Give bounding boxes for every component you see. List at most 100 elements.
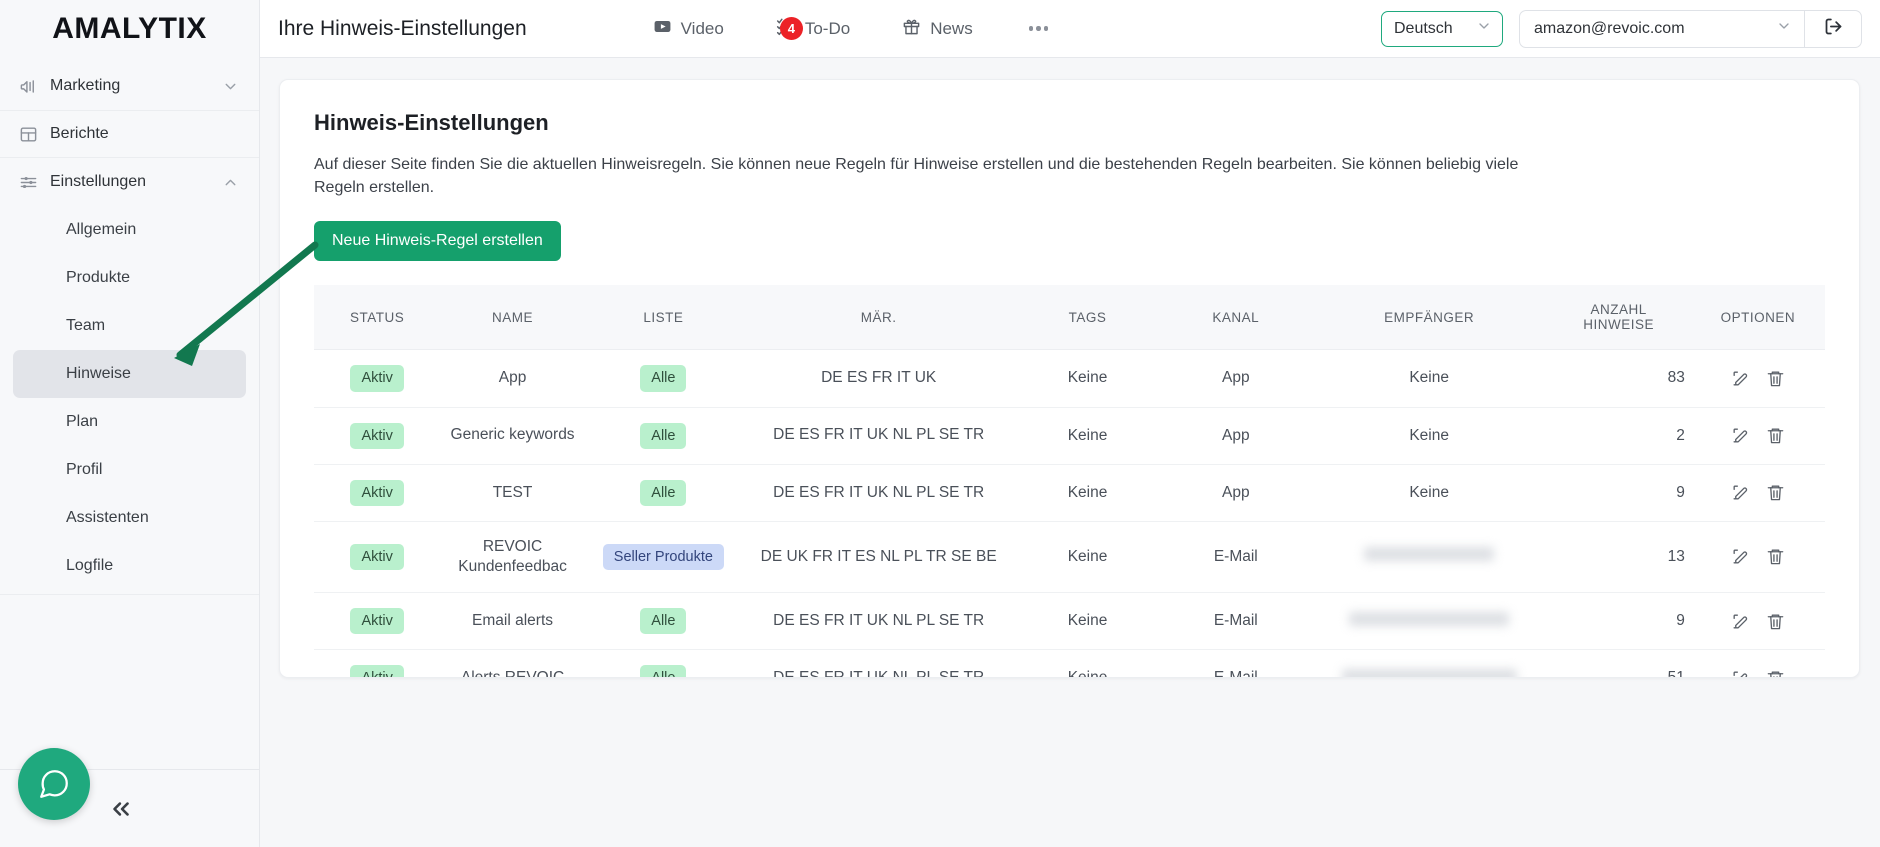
cell-tags: Keine <box>1015 592 1160 651</box>
sidebar-group-marketing[interactable]: Marketing <box>0 62 259 110</box>
status-badge: Aktiv <box>350 422 404 449</box>
cell-kanal: E-Mail <box>1159 521 1312 594</box>
liste-badge: Alle <box>640 479 687 506</box>
edit-icon[interactable] <box>1731 669 1750 677</box>
sidebar-divider <box>0 594 259 595</box>
cell-maerkte: DE ES FR IT UK NL PL SE TR <box>742 407 1016 465</box>
sidebar-item-label: Team <box>66 317 106 334</box>
table-header-row: STATUS NAME LISTE MÄR. TAGS KANAL EMPFÄN… <box>314 285 1825 350</box>
cell-empfaenger-wrap: Keine <box>1311 349 1547 408</box>
sidebar-item-team[interactable]: Team <box>13 302 246 350</box>
sidebar-item-assistenten[interactable]: Assistenten <box>13 494 246 542</box>
cell-anzahl: 83 <box>1546 349 1691 408</box>
trash-icon[interactable] <box>1766 369 1785 388</box>
cell-status: Aktiv <box>314 649 441 677</box>
account-group: amazon@revoic.com <box>1519 9 1862 48</box>
sidebar-item-plan[interactable]: Plan <box>13 398 246 446</box>
column-header-maerkte: MÄR. <box>860 309 897 325</box>
trash-icon[interactable] <box>1766 612 1785 631</box>
status-badge: Aktiv <box>350 543 404 570</box>
cell-liste: Alle <box>584 649 743 677</box>
column-header-liste: LISTE <box>643 309 684 325</box>
cell-optionen <box>1690 521 1825 594</box>
cell-tags: Keine <box>1015 349 1160 408</box>
cell-anzahl: 9 <box>1546 464 1691 522</box>
cell-maerkte: DE ES FR IT UK NL PL SE TR <box>742 649 1016 677</box>
cell-maerkte: DE ES FR IT UK NL PL SE TR <box>742 592 1016 651</box>
edit-icon[interactable] <box>1731 369 1750 388</box>
topbar-nav: Video 4 To-Do News <box>627 16 1079 41</box>
sidebar-item-logfile[interactable]: Logfile <box>13 542 246 590</box>
topnav-item-todo[interactable]: 4 To-Do <box>750 16 876 41</box>
edit-icon[interactable] <box>1731 426 1750 445</box>
table-row: Aktiv REVOIC Kundenfeedbac Seller Produkte… <box>314 521 1825 594</box>
chevron-up-icon <box>222 174 239 191</box>
cell-anzahl: 2 <box>1546 407 1691 465</box>
cell-name: TEST <box>440 464 585 522</box>
sidebar-item-profil[interactable]: Profil <box>13 446 246 494</box>
ellipsis-icon[interactable] <box>999 26 1079 31</box>
table-head: STATUS NAME LISTE MÄR. TAGS KANAL EMPFÄN… <box>314 285 1825 350</box>
cell-liste: Alle <box>584 464 743 522</box>
status-badge: Aktiv <box>350 608 404 635</box>
sidebar-item-label: Produkte <box>66 269 131 286</box>
cell-optionen <box>1690 464 1825 522</box>
sidebar-item-label: Logfile <box>66 557 114 574</box>
cell-empfaenger: Keine <box>1409 483 1449 501</box>
cell-kanal: App <box>1159 349 1312 408</box>
sidebar-item-label: Profil <box>66 461 103 478</box>
todo-badge: 4 <box>779 17 803 40</box>
language-select[interactable]: Deutsch <box>1381 10 1503 47</box>
account-select[interactable]: amazon@revoic.com <box>1519 9 1804 48</box>
create-rule-button[interactable]: Neue Hinweis-Regel erstellen <box>314 221 561 262</box>
sidebar-item-allgemein[interactable]: Allgemein <box>13 206 246 254</box>
liste-badge: Alle <box>640 665 687 677</box>
cell-optionen <box>1690 649 1825 677</box>
sidebar-group-berichte[interactable]: Berichte <box>0 110 259 158</box>
trash-icon[interactable] <box>1766 669 1785 677</box>
cell-maerkte: DE UK FR IT ES NL PL TR SE BE <box>742 521 1016 594</box>
topnav-item-video[interactable]: Video <box>627 17 750 41</box>
cell-name: Alerts REVOIC <box>440 649 585 677</box>
language-value: Deutsch <box>1394 19 1453 37</box>
cell-kanal: E-Mail <box>1159 592 1312 651</box>
cell-tags: Keine <box>1015 407 1160 465</box>
status-badge: Aktiv <box>350 479 404 506</box>
status-badge: Aktiv <box>350 365 404 392</box>
cell-empfaenger: Keine <box>1409 426 1449 444</box>
column-header-anzahl-hinweise: ANZAHL HINWEISE <box>1546 285 1690 350</box>
column-header-tags: TAGS <box>1068 309 1107 325</box>
sliders-icon <box>18 172 38 192</box>
cell-kanal: App <box>1159 464 1312 522</box>
logout-button[interactable] <box>1804 9 1862 48</box>
double-chevron-left-icon[interactable] <box>108 796 134 822</box>
topbar: Ihre Hinweis-Einstellungen Video 4 To-Do… <box>260 0 1880 58</box>
topbar-right: Deutsch amazon@revoic.com <box>1381 9 1862 48</box>
trash-icon[interactable] <box>1766 547 1785 566</box>
sidebar-item-hinweise[interactable]: Hinweise <box>13 350 246 398</box>
cell-tags: Keine <box>1015 464 1160 522</box>
chat-bubble-icon[interactable] <box>18 748 90 820</box>
topnav-item-news[interactable]: News <box>876 17 999 41</box>
rules-table: STATUS NAME LISTE MÄR. TAGS KANAL EMPFÄN… <box>314 285 1825 677</box>
sidebar-item-produkte[interactable]: Produkte <box>13 254 246 302</box>
trash-icon[interactable] <box>1766 426 1785 445</box>
chevron-down-icon <box>1776 18 1792 39</box>
table-row: Aktiv Email alerts Alle DE ES FR IT UK NL P… <box>314 592 1825 651</box>
trash-icon[interactable] <box>1766 483 1785 502</box>
edit-icon[interactable] <box>1731 547 1750 566</box>
column-header-kanal: KANAL <box>1212 309 1260 325</box>
table-row: Aktiv App Alle DE ES FR IT UK Keine App Keine 8… <box>314 349 1825 408</box>
edit-icon[interactable] <box>1731 483 1750 502</box>
sidebar-group-label: Berichte <box>50 125 109 142</box>
cell-name: Email alerts <box>440 592 585 651</box>
main-area: Ihre Hinweis-Einstellungen Video 4 To-Do… <box>260 0 1880 847</box>
sidebar-group-einstellungen[interactable]: Einstellungen <box>0 158 259 206</box>
cell-status: Aktiv <box>314 349 441 408</box>
cell-anzahl: 9 <box>1546 592 1691 651</box>
cell-optionen <box>1690 407 1825 465</box>
cell-optionen <box>1690 349 1825 408</box>
edit-icon[interactable] <box>1731 612 1750 631</box>
cell-tags: Keine <box>1015 649 1160 677</box>
sidebar-item-label: Allgemein <box>66 221 137 238</box>
